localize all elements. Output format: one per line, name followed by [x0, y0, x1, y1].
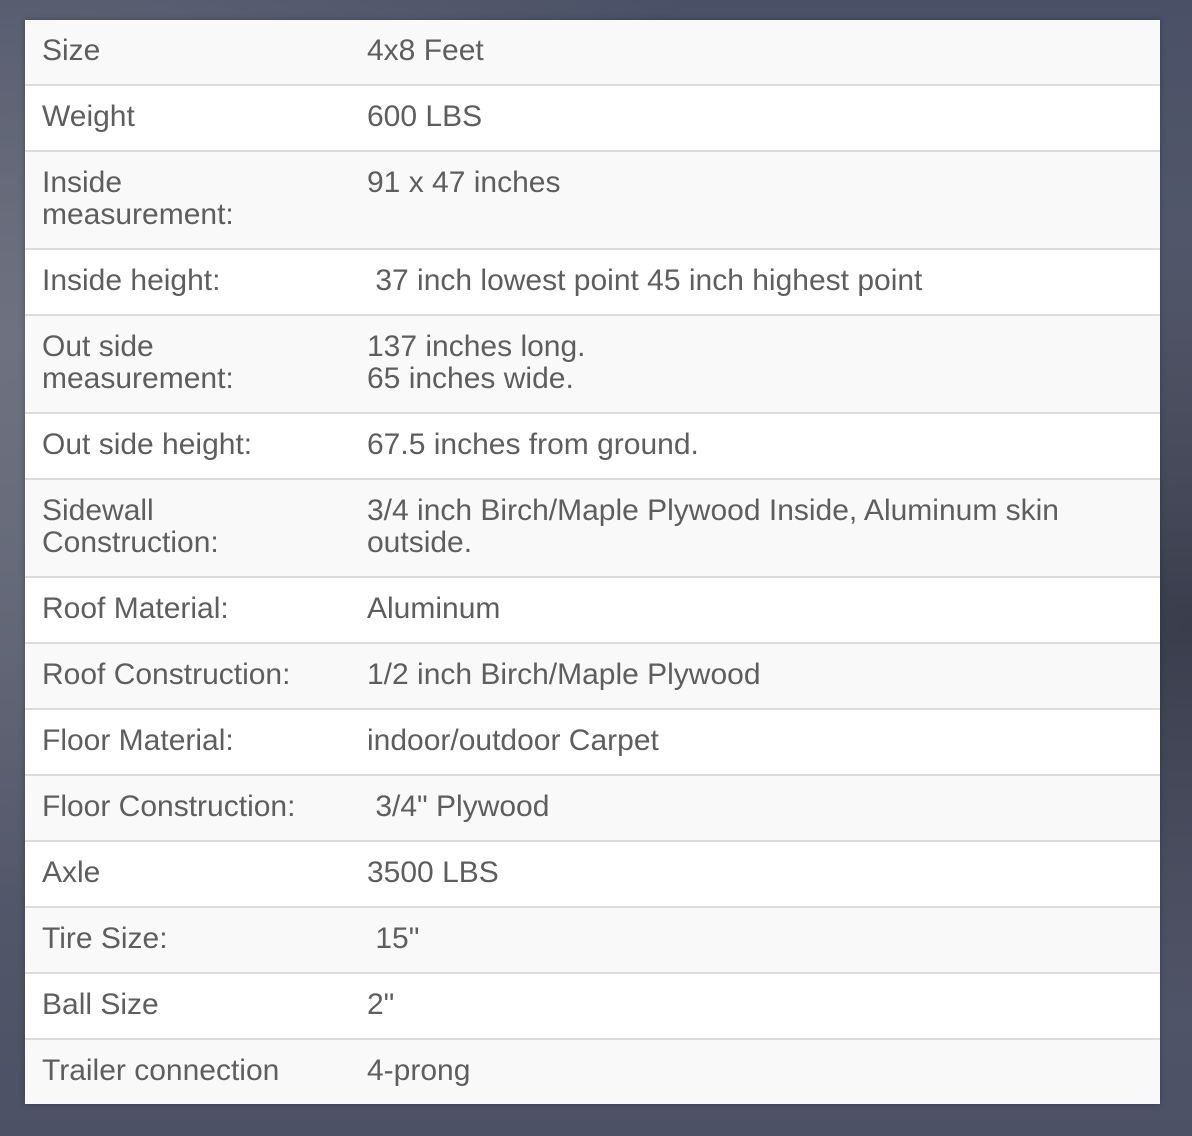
spec-label: Roof Construction:	[42, 658, 291, 691]
spec-value: 15"	[367, 922, 420, 955]
spec-value: 2"	[367, 988, 395, 1021]
spec-label: Inside measurement:	[42, 166, 234, 231]
spec-label: Out side measurement:	[42, 330, 234, 395]
table-row: Roof Construction: 1/2 inch Birch/Maple …	[25, 643, 1160, 709]
table-row: Size 4x8 Feet	[25, 20, 1160, 85]
spec-label: Floor Material:	[42, 724, 234, 757]
table-row: Floor Material: indoor/outdoor Carpet	[25, 709, 1160, 775]
table-row: Inside height: 37 inch lowest point 45 i…	[25, 249, 1160, 315]
spec-value: 67.5 inches from ground.	[367, 428, 699, 461]
table-row: Axle 3500 LBS	[25, 841, 1160, 907]
spec-label: Sidewall Construction:	[42, 494, 219, 559]
spec-value: 137 inches long. 65 inches wide.	[367, 330, 586, 395]
spec-label: Inside height:	[42, 264, 221, 297]
spec-value: 4x8 Feet	[367, 34, 484, 67]
spec-table: Size 4x8 Feet Weight 600 LBS Inside meas…	[25, 20, 1160, 1104]
table-row: Inside measurement: 91 x 47 inches	[25, 151, 1160, 249]
spec-panel: Size 4x8 Feet Weight 600 LBS Inside meas…	[25, 20, 1160, 1104]
spec-value: 91 x 47 inches	[367, 166, 561, 199]
spec-label: Ball Size	[42, 988, 159, 1021]
table-row: Ball Size 2"	[25, 973, 1160, 1039]
spec-value: 3/4 inch Birch/Maple Plywood Inside, Alu…	[367, 494, 1059, 559]
spec-label: Floor Construction:	[42, 790, 296, 823]
spec-label: Weight	[42, 100, 135, 133]
spec-label: Out side height:	[42, 428, 253, 461]
spec-value: 600 LBS	[367, 100, 483, 133]
spec-value: 1/2 inch Birch/Maple Plywood	[367, 658, 761, 691]
spec-value: 3/4" Plywood	[367, 790, 550, 823]
spec-label: Size	[42, 34, 101, 67]
table-row: Roof Material: Aluminum	[25, 577, 1160, 643]
spec-label: Roof Material:	[42, 592, 229, 625]
table-row: Floor Construction: 3/4" Plywood	[25, 775, 1160, 841]
spec-value: Aluminum	[367, 592, 501, 625]
spec-value: indoor/outdoor Carpet	[367, 724, 659, 757]
spec-label: Trailer connection	[42, 1054, 280, 1087]
table-row: Trailer connection 4-prong	[25, 1039, 1160, 1104]
table-row: Weight 600 LBS	[25, 85, 1160, 151]
spec-value: 37 inch lowest point 45 inch highest poi…	[367, 264, 923, 297]
spec-label: Axle	[42, 856, 101, 889]
table-row: Out side measurement: 137 inches long. 6…	[25, 315, 1160, 413]
table-row: Out side height: 67.5 inches from ground…	[25, 413, 1160, 479]
spec-label: Tire Size:	[42, 922, 168, 955]
spec-value: 3500 LBS	[367, 856, 499, 889]
table-row: Tire Size: 15"	[25, 907, 1160, 973]
table-row: Sidewall Construction: 3/4 inch Birch/Ma…	[25, 479, 1160, 577]
spec-value: 4-prong	[367, 1054, 471, 1087]
